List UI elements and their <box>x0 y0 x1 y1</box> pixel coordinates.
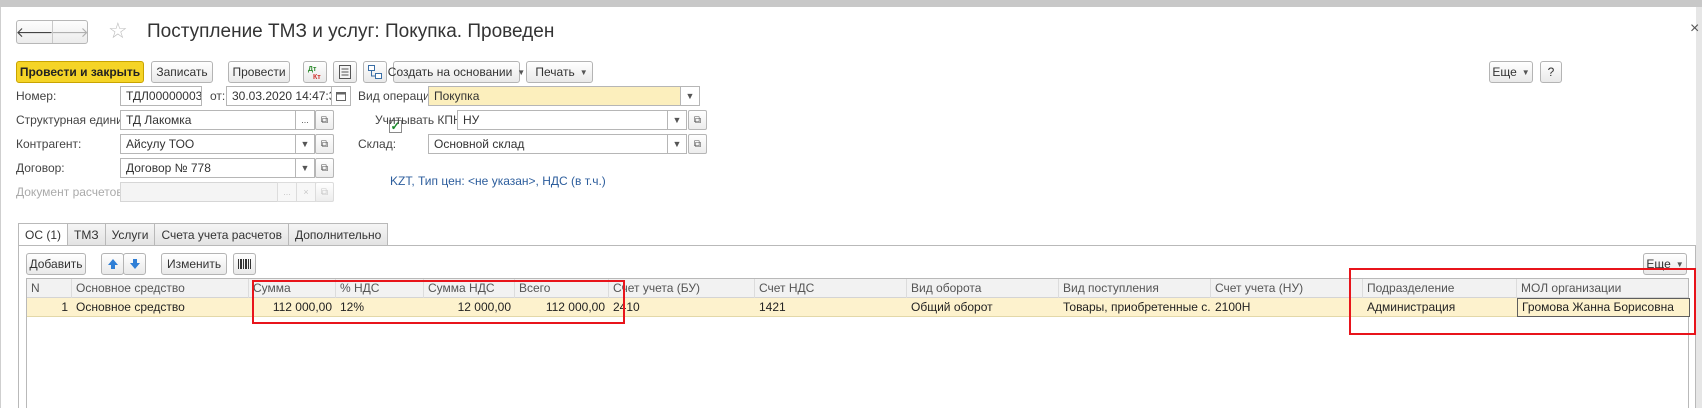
contractor-field[interactable]: Айсулу ТОО <box>120 134 296 154</box>
column-header-account-nu[interactable]: Счет учета (НУ) <box>1211 279 1363 298</box>
highlight-box-department-mol <box>1349 268 1696 335</box>
calendar-icon[interactable] <box>331 86 351 106</box>
navigation-buttons: 🡐 🡒 <box>16 20 89 44</box>
cell-vat-account[interactable]: 1421 <box>755 298 907 317</box>
window-left-border <box>0 7 1 408</box>
column-header-vat-account[interactable]: Счет НДС <box>755 279 907 298</box>
dropdown-arrow-icon[interactable]: ▼ <box>667 134 687 154</box>
window-top-strip <box>0 0 1702 7</box>
tab-additional[interactable]: Дополнительно <box>288 223 389 246</box>
structure-icon[interactable] <box>363 61 387 83</box>
contract-label: Договор: <box>16 161 65 175</box>
column-header-account-bu[interactable]: Счет учета (БУ) <box>609 279 755 298</box>
cell-turnover-type[interactable]: Общий оборот <box>907 298 1059 317</box>
save-button[interactable]: Записать <box>151 61 213 83</box>
warehouse-label: Склад: <box>358 137 397 151</box>
date-label: от: <box>210 89 226 103</box>
chevron-down-icon: ▼ <box>579 67 588 77</box>
tab-bar: ОС (1) ТМЗ Услуги Счета учета расчетов Д… <box>18 223 389 246</box>
open-icon[interactable]: ⧉ <box>688 110 707 130</box>
kpn-checkbox-label: Учитывать КПН <box>375 113 462 127</box>
structural-unit-field[interactable]: ТД Лакомка <box>120 110 296 130</box>
edit-button[interactable]: Изменить <box>161 253 227 275</box>
operation-type-field[interactable]: Покупка <box>428 86 683 106</box>
dropdown-arrow-icon[interactable]: ▼ <box>680 86 700 106</box>
kpn-field[interactable]: НУ <box>457 110 668 130</box>
cell-account-bu[interactable]: 2410 <box>609 298 755 317</box>
chevron-down-icon: ▼ <box>517 67 526 77</box>
number-label: Номер: <box>16 89 57 103</box>
more-label: Еще <box>1492 65 1517 79</box>
date-field[interactable]: 30.03.2020 14:47:34 <box>226 86 332 106</box>
post-button[interactable]: Провести <box>228 61 290 83</box>
barcode-icon[interactable] <box>233 253 256 275</box>
warehouse-field[interactable]: Основной склад <box>428 134 668 154</box>
number-field[interactable]: ТДЛ00000003 <box>120 86 202 106</box>
help-button[interactable]: ? <box>1540 61 1562 83</box>
dropdown-arrow-icon[interactable]: ▼ <box>295 158 315 178</box>
tab-inventory[interactable]: ТМЗ <box>68 223 106 246</box>
open-icon[interactable]: ⧉ <box>315 158 334 178</box>
column-header-asset[interactable]: Основное средство <box>72 279 249 298</box>
more-button[interactable]: Еще ▼ <box>1489 61 1533 83</box>
dt-kt-movements-icon[interactable]: Дт Кт <box>303 61 327 83</box>
dropdown-arrow-icon[interactable]: ▼ <box>667 110 687 130</box>
move-down-icon[interactable] <box>123 253 146 275</box>
contractor-label: Контрагент: <box>16 137 82 151</box>
tab-fixed-assets[interactable]: ОС (1) <box>18 223 68 246</box>
open-icon[interactable]: ⧉ <box>315 182 334 202</box>
cell-receipt-type[interactable]: Товары, приобретенные с... <box>1059 298 1211 317</box>
close-icon[interactable]: × <box>1690 20 1699 38</box>
price-settings-link[interactable]: KZT, Тип цен: <не указан>, НДС (в т.ч.) <box>390 174 606 188</box>
select-ellipsis-icon[interactable]: ... <box>277 182 297 202</box>
open-icon[interactable]: ⧉ <box>315 134 334 154</box>
tab-services[interactable]: Услуги <box>105 223 156 246</box>
post-and-close-button[interactable]: Провести и закрыть <box>16 61 144 83</box>
cell-account-nu[interactable]: 2100Н <box>1211 298 1363 317</box>
clear-icon[interactable]: × <box>296 182 316 202</box>
column-header-receipt-type[interactable]: Вид поступления <box>1059 279 1211 298</box>
print-label: Печать <box>535 65 575 79</box>
create-based-on-button[interactable]: Создать на основании ▼ <box>388 61 525 83</box>
cell-asset[interactable]: Основное средство <box>72 298 249 317</box>
move-up-icon[interactable] <box>101 253 124 275</box>
open-icon[interactable]: ⧉ <box>688 134 707 154</box>
settlement-document-label: Документ расчетов: <box>16 185 127 199</box>
page-title: Поступление ТМЗ и услуг: Покупка. Провед… <box>147 21 555 42</box>
highlight-box-amounts <box>252 280 625 324</box>
select-ellipsis-icon[interactable]: ... <box>295 110 315 130</box>
settlement-document-field[interactable] <box>120 182 278 202</box>
chevron-down-icon: ▼ <box>1521 67 1530 77</box>
favorite-star-icon[interactable]: ☆ <box>108 18 128 44</box>
open-icon[interactable]: ⧉ <box>315 110 334 130</box>
window-right-scrollbar[interactable] <box>1696 7 1702 408</box>
add-row-button[interactable]: Добавить <box>26 253 86 275</box>
contract-field[interactable]: Договор № 778 <box>120 158 296 178</box>
create-based-on-label: Создать на основании <box>387 65 513 79</box>
column-header-n[interactable]: N <box>27 279 72 298</box>
column-header-turnover-type[interactable]: Вид оборота <box>907 279 1059 298</box>
back-arrow-icon[interactable]: 🡐 <box>16 21 54 43</box>
svg-text:Кт: Кт <box>313 74 321 80</box>
list-document-icon[interactable] <box>333 61 357 83</box>
cell-n[interactable]: 1 <box>27 298 72 317</box>
tab-settlement-accounts[interactable]: Счета учета расчетов <box>155 223 289 246</box>
dropdown-arrow-icon[interactable]: ▼ <box>295 134 315 154</box>
print-button[interactable]: Печать ▼ <box>526 61 593 83</box>
svg-text:Дт: Дт <box>308 66 317 73</box>
forward-arrow-icon[interactable]: 🡒 <box>51 21 89 43</box>
